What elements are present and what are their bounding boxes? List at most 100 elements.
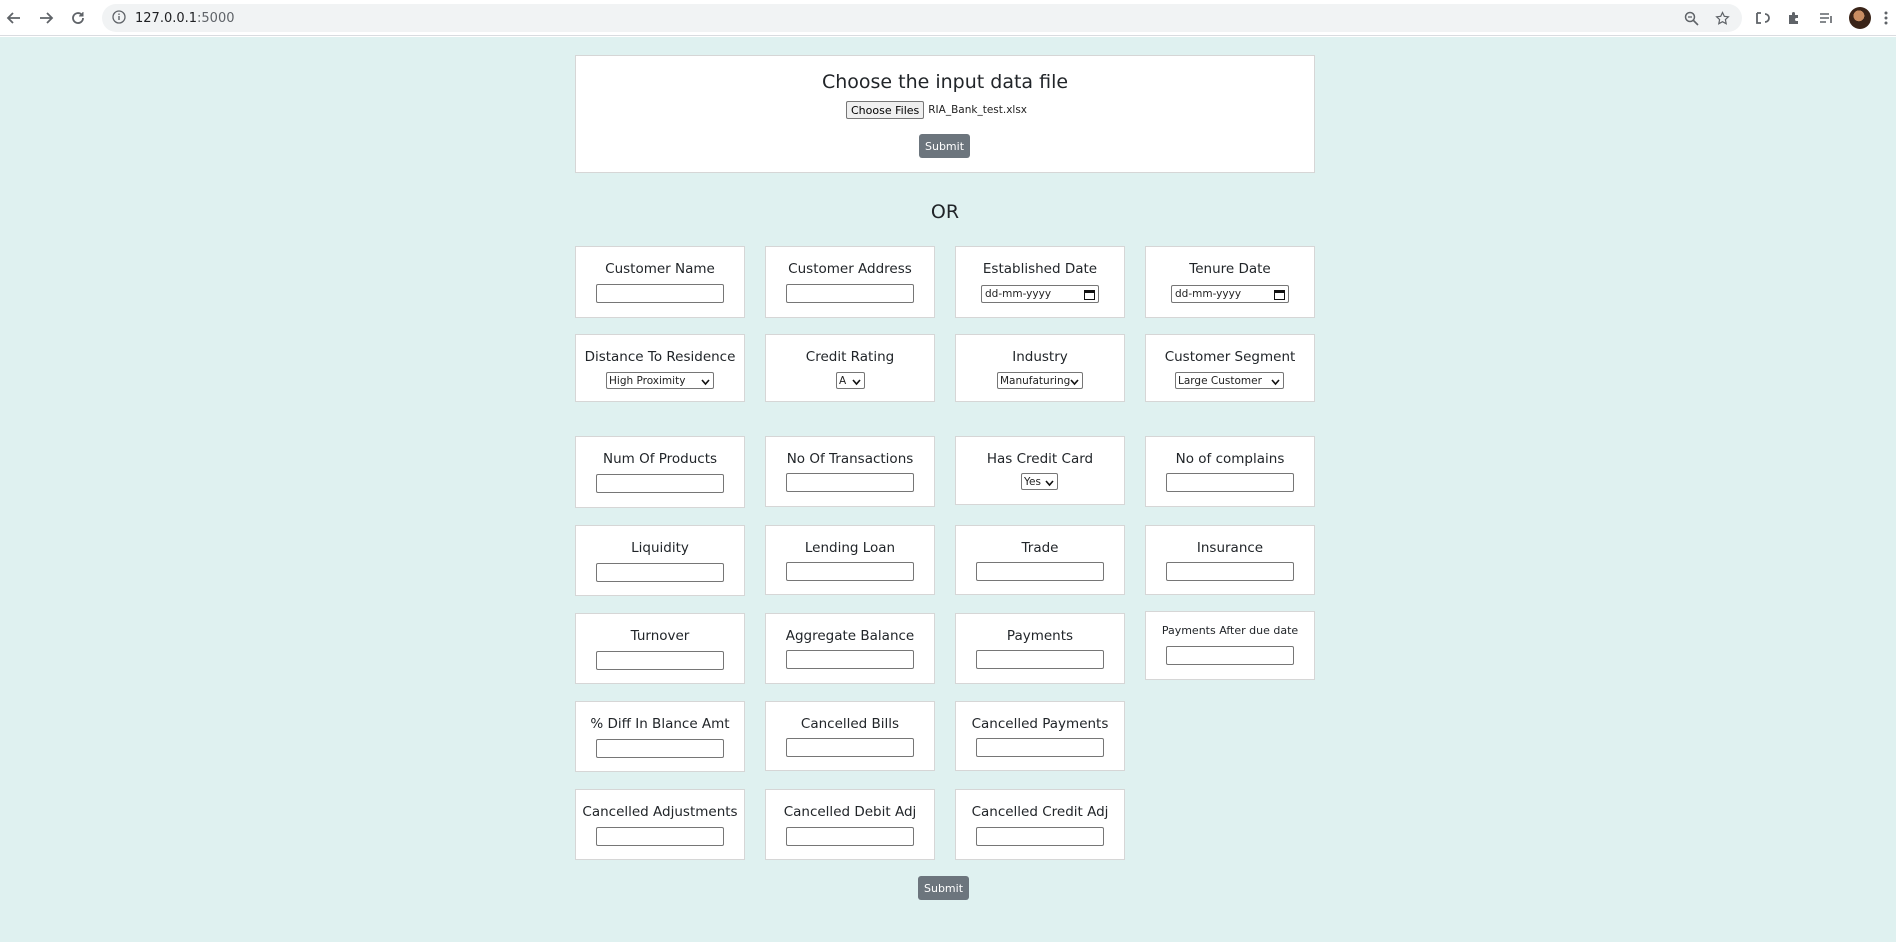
- profile-avatar[interactable]: [1849, 7, 1871, 29]
- cancelled-debit-adj-input[interactable]: [786, 827, 914, 846]
- cancelled-bills-input[interactable]: [786, 738, 914, 757]
- distance-to-residence-card: Distance To Residence High Proximity: [575, 334, 745, 402]
- customer-name-card: Customer Name: [575, 246, 745, 318]
- industry-select[interactable]: Manufaturing: [997, 372, 1083, 389]
- customer-address-label: Customer Address: [788, 261, 912, 277]
- no-of-complains-label: No of complains: [1175, 451, 1285, 467]
- insurance-input[interactable]: [1166, 562, 1294, 581]
- liquidity-label: Liquidity: [631, 540, 689, 556]
- industry-selected-value: Manufaturing: [1000, 374, 1071, 387]
- upload-card: Choose the input data file Choose Files …: [575, 55, 1315, 173]
- chevron-down-icon: [701, 377, 710, 389]
- lending-loan-card: Lending Loan: [765, 525, 935, 595]
- reading-list-icon[interactable]: [1816, 8, 1836, 28]
- chevron-down-icon: [852, 377, 861, 389]
- menu-dots-icon[interactable]: [1876, 8, 1896, 28]
- cancelled-credit-adj-input[interactable]: [976, 827, 1104, 846]
- chevron-down-icon: [1045, 478, 1054, 490]
- turnover-label: Turnover: [630, 628, 690, 644]
- form-submit-button[interactable]: Submit: [918, 876, 969, 900]
- payments-card: Payments: [955, 613, 1125, 684]
- credit-rating-select[interactable]: A: [836, 372, 865, 389]
- liquidity-card: Liquidity: [575, 525, 745, 596]
- tenure-date-card: Tenure Date dd-mm-yyyy: [1145, 246, 1315, 318]
- aggregate-balance-input[interactable]: [786, 650, 914, 669]
- credit-rating-label: Credit Rating: [805, 349, 895, 365]
- credit-rating-selected-value: A: [839, 374, 847, 387]
- cancelled-payments-label: Cancelled Payments: [971, 716, 1109, 732]
- cancelled-bills-card: Cancelled Bills: [765, 701, 935, 771]
- back-arrow-icon[interactable]: [2, 6, 26, 30]
- customer-segment-selected-value: Large Customer: [1178, 374, 1262, 387]
- turnover-input[interactable]: [596, 651, 724, 670]
- customer-segment-label: Customer Segment: [1164, 349, 1296, 365]
- calendar-icon[interactable]: [1274, 289, 1285, 303]
- cancelled-adjustments-card: Cancelled Adjustments: [575, 789, 745, 860]
- has-credit-card-selected-value: Yes: [1024, 475, 1041, 488]
- trade-card: Trade: [955, 525, 1125, 595]
- no-of-transactions-input[interactable]: [786, 473, 914, 492]
- customer-name-input[interactable]: [596, 284, 724, 303]
- lending-loan-input[interactable]: [786, 562, 914, 581]
- customer-segment-select[interactable]: Large Customer: [1175, 372, 1284, 389]
- customer-segment-card: Customer Segment Large Customer: [1145, 334, 1315, 402]
- established-date-input[interactable]: dd-mm-yyyy: [981, 285, 1099, 303]
- insurance-label: Insurance: [1196, 540, 1264, 556]
- has-credit-card-select[interactable]: Yes: [1021, 473, 1058, 490]
- cancelled-debit-adj-label: Cancelled Debit Adj: [783, 804, 917, 820]
- aggregate-balance-label: Aggregate Balance: [785, 628, 915, 644]
- num-of-products-input[interactable]: [596, 474, 724, 493]
- no-of-complains-input[interactable]: [1166, 473, 1294, 492]
- forward-arrow-icon[interactable]: [34, 6, 58, 30]
- payments-after-due-date-input[interactable]: [1166, 646, 1294, 665]
- bookmark-star-icon[interactable]: [1713, 9, 1731, 27]
- payments-after-due-date-label: Payments After due date: [1161, 624, 1299, 637]
- tenure-date-label: Tenure Date: [1189, 261, 1271, 277]
- file-input[interactable]: Choose Files RIA_Bank_test.xlsx: [846, 101, 1027, 119]
- credit-rating-card: Credit Rating A: [765, 334, 935, 402]
- num-of-products-label: Num Of Products: [602, 451, 718, 467]
- cancelled-bills-label: Cancelled Bills: [800, 716, 900, 732]
- url-host: 127.0.0.1: [135, 11, 198, 26]
- established-date-value: dd-mm-yyyy: [985, 288, 1052, 300]
- reload-icon[interactable]: [66, 6, 90, 30]
- cancelled-payments-input[interactable]: [976, 738, 1104, 757]
- extension-icon[interactable]: [1752, 8, 1772, 28]
- industry-label: Industry: [1012, 349, 1068, 365]
- trade-input[interactable]: [976, 562, 1104, 581]
- selected-file-name: RIA_Bank_test.xlsx: [928, 104, 1028, 116]
- distance-to-residence-label: Distance To Residence: [584, 349, 736, 365]
- pct-diff-balance-card: % Diff In Blance Amt: [575, 701, 745, 772]
- page-content: Choose the input data file Choose Files …: [0, 37, 1896, 942]
- pct-diff-balance-input[interactable]: [596, 739, 724, 758]
- has-credit-card-label: Has Credit Card: [986, 451, 1094, 467]
- site-info-icon[interactable]: [112, 10, 126, 29]
- no-of-transactions-label: No Of Transactions: [786, 451, 914, 467]
- cancelled-adjustments-input[interactable]: [596, 827, 724, 846]
- payments-input[interactable]: [976, 650, 1104, 669]
- distance-to-residence-select[interactable]: High Proximity: [606, 372, 714, 389]
- chevron-down-icon: [1070, 377, 1079, 389]
- tenure-date-input[interactable]: dd-mm-yyyy: [1171, 285, 1289, 303]
- chevron-down-icon: [1271, 377, 1280, 389]
- no-of-complains-card: No of complains: [1145, 436, 1315, 507]
- cancelled-credit-adj-label: Cancelled Credit Adj: [971, 804, 1109, 820]
- liquidity-input[interactable]: [596, 563, 724, 582]
- upload-submit-button[interactable]: Submit: [919, 134, 970, 158]
- aggregate-balance-card: Aggregate Balance: [765, 613, 935, 684]
- insurance-card: Insurance: [1145, 525, 1315, 595]
- payments-label: Payments: [1006, 628, 1074, 644]
- or-divider: OR: [930, 201, 960, 223]
- zoom-icon[interactable]: [1682, 9, 1700, 27]
- customer-name-label: Customer Name: [605, 261, 715, 277]
- cancelled-debit-adj-card: Cancelled Debit Adj: [765, 789, 935, 860]
- choose-files-button[interactable]: Choose Files: [846, 101, 925, 119]
- url-port: :5000: [197, 11, 235, 26]
- address-bar[interactable]: 127.0.0.1:5000: [102, 4, 1742, 32]
- has-credit-card-card: Has Credit Card Yes: [955, 436, 1125, 505]
- customer-address-input[interactable]: [786, 284, 914, 303]
- calendar-icon[interactable]: [1084, 289, 1095, 303]
- distance-selected-value: High Proximity: [609, 374, 686, 387]
- cancelled-credit-adj-card: Cancelled Credit Adj: [955, 789, 1125, 860]
- puzzle-icon[interactable]: [1784, 8, 1804, 28]
